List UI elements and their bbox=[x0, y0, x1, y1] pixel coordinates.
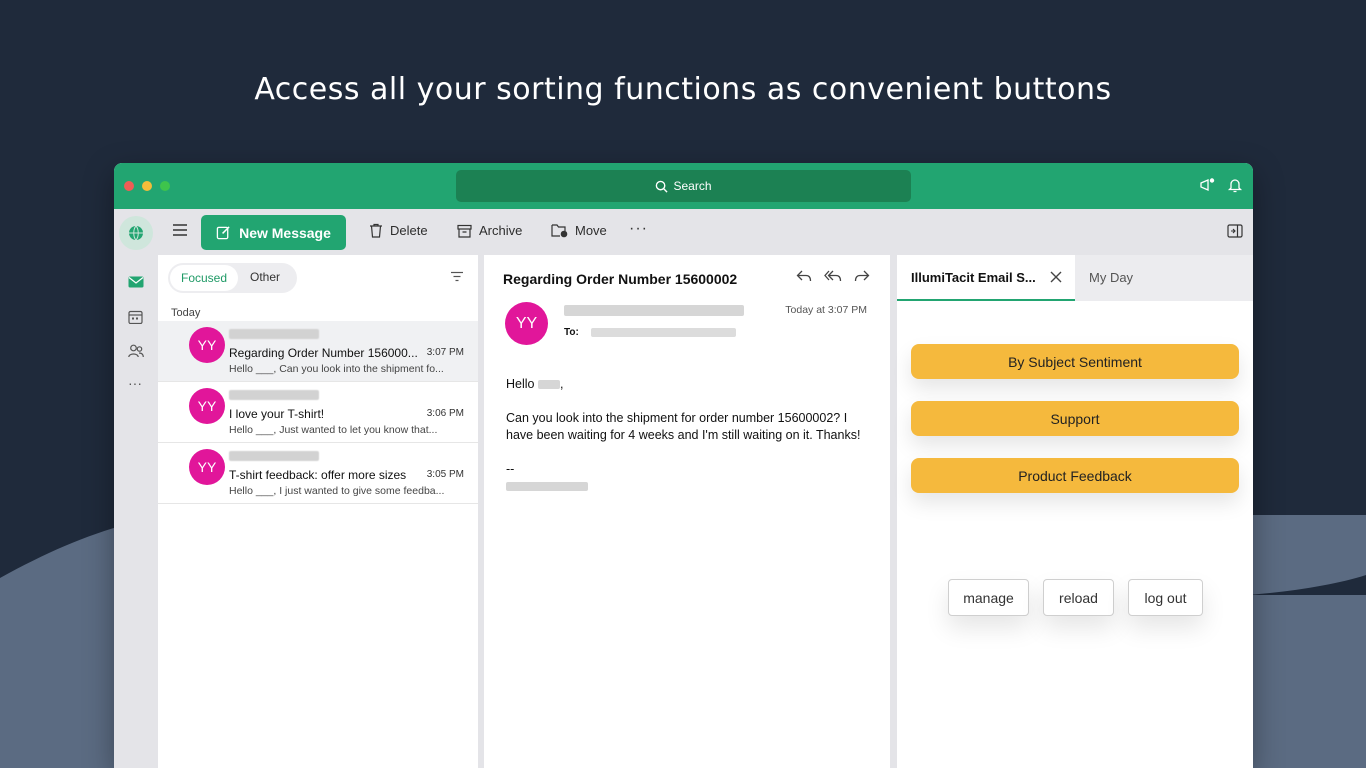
message-time: 3:07 PM bbox=[426, 347, 464, 358]
move-label: Move bbox=[575, 223, 607, 238]
recipient-name-redacted bbox=[537, 380, 560, 390]
close-icon[interactable] bbox=[1049, 270, 1063, 284]
reading-pane: Regarding Order Number 15600002 YY To: T… bbox=[484, 255, 890, 768]
new-message-button[interactable]: New Message bbox=[201, 215, 346, 250]
outlook-window: Search New Message Delete Archive Move ·… bbox=[114, 163, 1253, 768]
archive-label: Archive bbox=[479, 223, 523, 238]
to-label: To: bbox=[564, 327, 579, 338]
section-header-today: Today bbox=[171, 307, 201, 319]
left-rail: ··· bbox=[114, 255, 158, 768]
avatar: YY bbox=[189, 388, 225, 424]
avatar: YY bbox=[189, 327, 225, 363]
more-apps-button[interactable]: ··· bbox=[128, 375, 142, 391]
search-icon bbox=[656, 180, 669, 193]
addin-tab-bar: IllumiTacit Email S... My Day bbox=[897, 255, 1253, 301]
globe-icon bbox=[129, 225, 143, 241]
addin-tab-title: IllumiTacit Email S... bbox=[911, 270, 1036, 285]
message-list-item[interactable]: YY Regarding Order Number 156000... 3:07… bbox=[158, 321, 478, 382]
move-button[interactable]: Move bbox=[551, 223, 607, 238]
log-out-button[interactable]: log out bbox=[1128, 579, 1203, 616]
message-subject: I love your T-shirt! bbox=[229, 407, 325, 421]
message-time: 3:06 PM bbox=[426, 408, 464, 419]
reload-button[interactable]: reload bbox=[1043, 579, 1114, 616]
reading-subject: Regarding Order Number 15600002 bbox=[503, 271, 738, 287]
sort-support-button[interactable]: Support bbox=[911, 401, 1239, 436]
message-subject: Regarding Order Number 156000... bbox=[229, 346, 418, 360]
title-bar: Search bbox=[114, 163, 1253, 209]
page-headline: Access all your sorting functions as con… bbox=[254, 72, 1112, 107]
sort-by-subject-sentiment-button[interactable]: By Subject Sentiment bbox=[911, 344, 1239, 379]
message-body: Hello , Can you look into the shipment f… bbox=[506, 376, 866, 495]
people-icon[interactable] bbox=[128, 344, 144, 358]
close-window-button[interactable] bbox=[124, 181, 134, 191]
window-controls bbox=[124, 181, 170, 191]
panel-toggle-icon[interactable] bbox=[1227, 224, 1243, 238]
folder-move-icon bbox=[551, 224, 568, 238]
sender-name-redacted bbox=[229, 329, 319, 339]
forward-icon[interactable] bbox=[854, 269, 870, 283]
tab-focused[interactable]: Focused bbox=[170, 265, 238, 291]
message-preview: Hello ___, Just wanted to let you know t… bbox=[229, 424, 438, 436]
reading-actions bbox=[796, 269, 870, 283]
mail-icon[interactable] bbox=[128, 276, 144, 288]
bell-icon[interactable] bbox=[1227, 177, 1243, 193]
message-list-item[interactable]: YY I love your T-shirt! 3:06 PM Hello __… bbox=[158, 382, 478, 443]
message-time: 3:05 PM bbox=[426, 469, 464, 480]
filter-icon[interactable] bbox=[450, 271, 464, 282]
message-preview: Hello ___, I just wanted to give some fe… bbox=[229, 485, 445, 497]
reply-all-icon[interactable] bbox=[824, 269, 842, 283]
search-bar[interactable]: Search bbox=[456, 170, 911, 202]
reading-time: Today at 3:07 PM bbox=[785, 304, 867, 316]
addin-pane: IllumiTacit Email S... My Day By Subject… bbox=[897, 255, 1253, 768]
message-list-pane: Focused Other Today YY Regarding Order N… bbox=[158, 255, 478, 768]
tab-illumitacit[interactable]: IllumiTacit Email S... bbox=[897, 255, 1075, 301]
title-icons bbox=[1199, 177, 1243, 193]
body-signoff: -- bbox=[506, 462, 515, 476]
tab-other[interactable]: Other bbox=[250, 270, 280, 284]
avatar: YY bbox=[189, 449, 225, 485]
focused-other-toggle: Focused Other bbox=[168, 263, 297, 293]
calendar-icon[interactable] bbox=[128, 310, 143, 324]
minimize-window-button[interactable] bbox=[142, 181, 152, 191]
reply-icon[interactable] bbox=[796, 269, 812, 283]
sender-avatar: YY bbox=[505, 302, 548, 345]
megaphone-icon[interactable] bbox=[1199, 177, 1215, 193]
sort-product-feedback-button[interactable]: Product Feedback bbox=[911, 458, 1239, 493]
more-actions-button[interactable]: ··· bbox=[629, 220, 648, 238]
body-text: Can you look into the shipment for order… bbox=[506, 411, 861, 442]
recipient-address-redacted bbox=[591, 328, 736, 337]
message-list-item[interactable]: YY T-shirt feedback: offer more sizes 3:… bbox=[158, 443, 478, 504]
manage-button[interactable]: manage bbox=[948, 579, 1029, 616]
body-greeting: Hello bbox=[506, 377, 535, 391]
compose-icon bbox=[216, 226, 230, 240]
signature-redacted bbox=[506, 482, 588, 492]
toolbar: New Message Delete Archive Move ··· bbox=[114, 209, 1253, 255]
zoom-window-button[interactable] bbox=[160, 181, 170, 191]
delete-button[interactable]: Delete bbox=[369, 223, 428, 238]
new-message-label: New Message bbox=[239, 224, 331, 241]
message-preview: Hello ___, Can you look into the shipmen… bbox=[229, 363, 444, 375]
sender-name-redacted bbox=[229, 451, 319, 461]
account-button[interactable] bbox=[119, 216, 153, 250]
menu-icon[interactable] bbox=[172, 223, 188, 237]
message-subject: T-shirt feedback: offer more sizes bbox=[229, 468, 407, 482]
sender-name-redacted bbox=[229, 390, 319, 400]
tab-my-day[interactable]: My Day bbox=[1089, 270, 1133, 285]
archive-icon bbox=[457, 224, 472, 238]
archive-button[interactable]: Archive bbox=[457, 223, 522, 238]
search-label: Search bbox=[673, 179, 712, 193]
sender-address-redacted bbox=[564, 305, 744, 316]
trash-icon bbox=[370, 223, 382, 238]
delete-label: Delete bbox=[390, 223, 428, 238]
